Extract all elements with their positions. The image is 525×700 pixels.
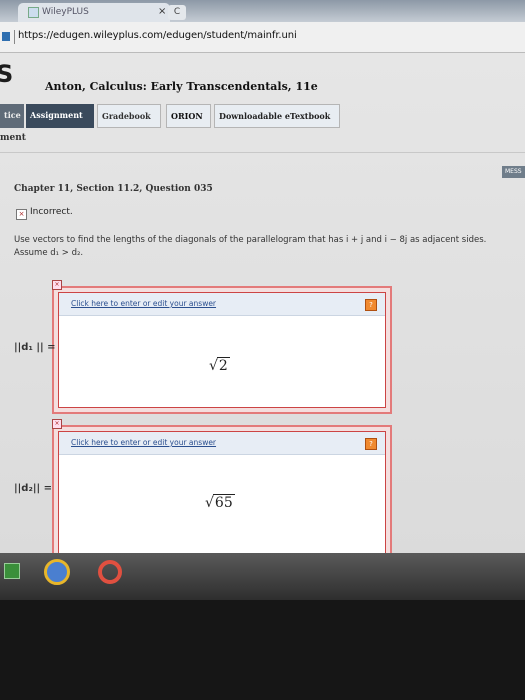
site-logo[interactable]: S — [0, 60, 13, 88]
answer-box-2: × Click here to enter or edit your answe… — [52, 419, 392, 565]
browser-tab[interactable]: WileyPLUS × — [18, 3, 170, 22]
radicand: 65 — [212, 494, 235, 511]
screen: WileyPLUS × C https://edugen.wileyplus.c… — [0, 0, 525, 600]
answer-area-2[interactable]: Click here to enter or edit your answer … — [58, 431, 386, 559]
status-incorrect: × Incorrect. — [16, 207, 73, 220]
edit-answer-link[interactable]: Click here to enter or edit your answer — [71, 299, 216, 308]
messages-button[interactable]: MESS — [502, 166, 525, 178]
answer-header: Click here to enter or edit your answer … — [59, 432, 385, 455]
new-tab-button[interactable]: C — [168, 5, 186, 20]
question-title: Chapter 11, Section 11.2, Question 035 — [14, 184, 213, 194]
start-icon[interactable] — [4, 563, 20, 579]
tab-close-icon[interactable]: × — [158, 6, 166, 17]
help-icon[interactable]: ? — [365, 438, 377, 450]
answer-label-1: ||d₁ || = — [14, 342, 56, 353]
divider — [0, 152, 525, 153]
help-icon[interactable]: ? — [365, 299, 377, 311]
prompt-line-2: Assume d₁ > d₂. — [14, 248, 84, 258]
section-label: ment — [0, 133, 26, 143]
tab-practice[interactable]: tice — [0, 104, 24, 128]
browser-tabstrip: WileyPLUS × C — [0, 0, 525, 22]
favicon-icon — [28, 7, 39, 18]
address-separator — [14, 30, 15, 44]
url-field[interactable]: https://edugen.wileyplus.com/edugen/stud… — [18, 30, 297, 41]
answer-area-1[interactable]: Click here to enter or edit your answer … — [58, 292, 386, 408]
question-prompt: Use vectors to find the lengths of the d… — [14, 234, 525, 260]
incorrect-icon: × — [16, 209, 27, 220]
tab-gradebook[interactable]: Gradebook — [97, 104, 161, 128]
prompt-line-1: Use vectors to find the lengths of the d… — [14, 235, 487, 245]
remove-answer-icon[interactable]: × — [52, 419, 62, 429]
page-icon — [2, 32, 10, 41]
browser-chrome-icon[interactable] — [98, 560, 122, 584]
edit-answer-link[interactable]: Click here to enter or edit your answer — [71, 438, 216, 447]
radicand: 2 — [216, 357, 230, 374]
address-bar: https://edugen.wileyplus.com/edugen/stud… — [0, 22, 525, 53]
remove-answer-icon[interactable]: × — [52, 280, 62, 290]
status-text: Incorrect. — [30, 207, 73, 217]
tab-title: WileyPLUS — [42, 7, 89, 17]
taskbar — [0, 553, 525, 600]
tab-etextbook[interactable]: Downloadable eTextbook — [214, 104, 340, 128]
browser-ie-icon[interactable] — [44, 559, 70, 585]
answer-box-1: × Click here to enter or edit your answe… — [52, 280, 392, 414]
book-title: Anton, Calculus: Early Transcendentals, … — [45, 80, 318, 93]
answer-value-2: √65 — [205, 494, 235, 511]
tab-assignment[interactable]: Assignment — [26, 104, 94, 128]
tab-orion[interactable]: ORION — [166, 104, 211, 128]
answer-label-2: ||d₂|| = — [14, 483, 53, 494]
answer-header: Click here to enter or edit your answer … — [59, 293, 385, 316]
answer-value-1: √2 — [209, 357, 230, 374]
